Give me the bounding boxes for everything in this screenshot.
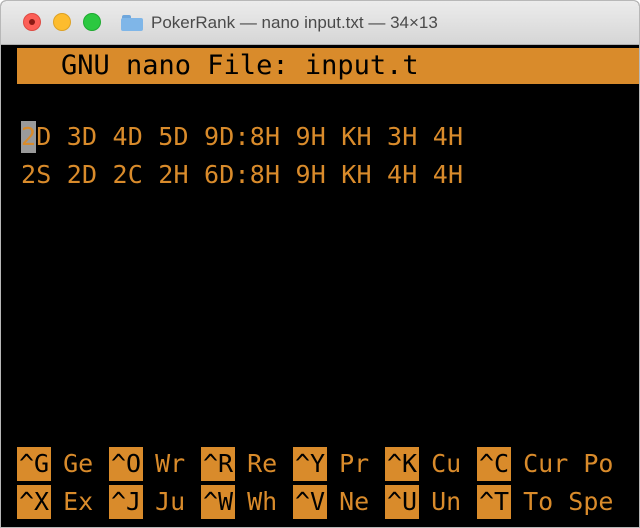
shortcut-key: ^X xyxy=(17,485,52,519)
shortcut-help[interactable]: ^G Ge xyxy=(17,447,93,481)
text-line[interactable]: 2D 3D 4D 5D 9D:8H 9H KH 3H 4H xyxy=(21,121,463,153)
shortcut-key: ^Y xyxy=(293,447,328,481)
shortcut-cur-pos[interactable]: ^C Cur Po xyxy=(477,447,613,481)
close-icon xyxy=(29,19,35,25)
shortcut-write-out[interactable]: ^O Wr xyxy=(109,447,185,481)
shortcut-key: ^J xyxy=(109,485,144,519)
shortcut-read-file[interactable]: ^R Re xyxy=(201,447,277,481)
shortcut-to-spell[interactable]: ^T To Spe xyxy=(477,485,613,519)
shortcut-label: Ex xyxy=(63,487,94,516)
shortcut-label: Wr xyxy=(155,449,186,478)
shortcut-next-page[interactable]: ^V Ne xyxy=(293,485,369,519)
line-text: D 3D 4D 5D 9D:8H 9H KH 3H 4H xyxy=(36,122,464,151)
shortcut-key: ^W xyxy=(201,485,236,519)
terminal-content[interactable]: GNU nano File: input.t 2D 3D 4D 5D 9D:8H… xyxy=(13,45,639,527)
terminal-window: PokerRank — nano input.txt — 34×13 GNU n… xyxy=(0,0,640,528)
line-text: 2S 2D 2C 2H 6D:8H 9H KH 4H 4H xyxy=(21,160,464,189)
shortcut-key: ^T xyxy=(477,485,512,519)
text-line[interactable]: 2S 2D 2C 2H 6D:8H 9H KH 4H 4H xyxy=(21,159,463,191)
shortcut-key: ^G xyxy=(17,447,52,481)
shortcut-label: Re xyxy=(247,449,278,478)
close-button[interactable] xyxy=(23,13,41,31)
minimize-button[interactable] xyxy=(53,13,71,31)
shortcut-label: Un xyxy=(431,487,462,516)
shortcut-exit[interactable]: ^X Ex xyxy=(17,485,93,519)
shortcut-key: ^V xyxy=(293,485,328,519)
shortcut-where-is[interactable]: ^W Wh xyxy=(201,485,277,519)
text-cursor: 2 xyxy=(21,121,37,153)
shortcut-prev-page[interactable]: ^Y Pr xyxy=(293,447,369,481)
nano-header: GNU nano File: input.t xyxy=(17,48,639,84)
shortcut-label: Ge xyxy=(63,449,94,478)
shortcut-label: Wh xyxy=(247,487,278,516)
shortcut-key: ^U xyxy=(385,485,420,519)
shortcut-label: Ne xyxy=(339,487,370,516)
shortcut-key: ^R xyxy=(201,447,236,481)
shortcut-justify[interactable]: ^J Ju xyxy=(109,485,185,519)
nano-header-text: GNU nano File: input.t xyxy=(61,50,419,81)
title-bar[interactable]: PokerRank — nano input.txt — 34×13 xyxy=(1,1,639,45)
shortcut-key: ^O xyxy=(109,447,144,481)
shortcut-label: Ju xyxy=(155,487,186,516)
shortcut-bar-bottom: ^X Ex ^J Ju ^W Wh ^V Ne ^U Un ^T To Spe xyxy=(13,485,639,519)
shortcut-label: Pr xyxy=(339,449,370,478)
shortcut-label: To Spe xyxy=(523,487,614,516)
folder-icon xyxy=(121,15,143,31)
zoom-button[interactable] xyxy=(83,13,101,31)
shortcut-uncut-text[interactable]: ^U Un xyxy=(385,485,461,519)
shortcut-key: ^K xyxy=(385,447,420,481)
shortcut-cut-text[interactable]: ^K Cu xyxy=(385,447,461,481)
title-area: PokerRank — nano input.txt — 34×13 xyxy=(121,9,438,37)
shortcut-key: ^C xyxy=(477,447,512,481)
shortcut-label: Cu xyxy=(431,449,462,478)
shortcut-bar-top: ^G Ge ^O Wr ^R Re ^Y Pr ^K Cu ^C Cur Po xyxy=(13,447,639,481)
shortcut-label: Cur Po xyxy=(523,449,614,478)
window-title: PokerRank — nano input.txt — 34×13 xyxy=(151,13,438,32)
